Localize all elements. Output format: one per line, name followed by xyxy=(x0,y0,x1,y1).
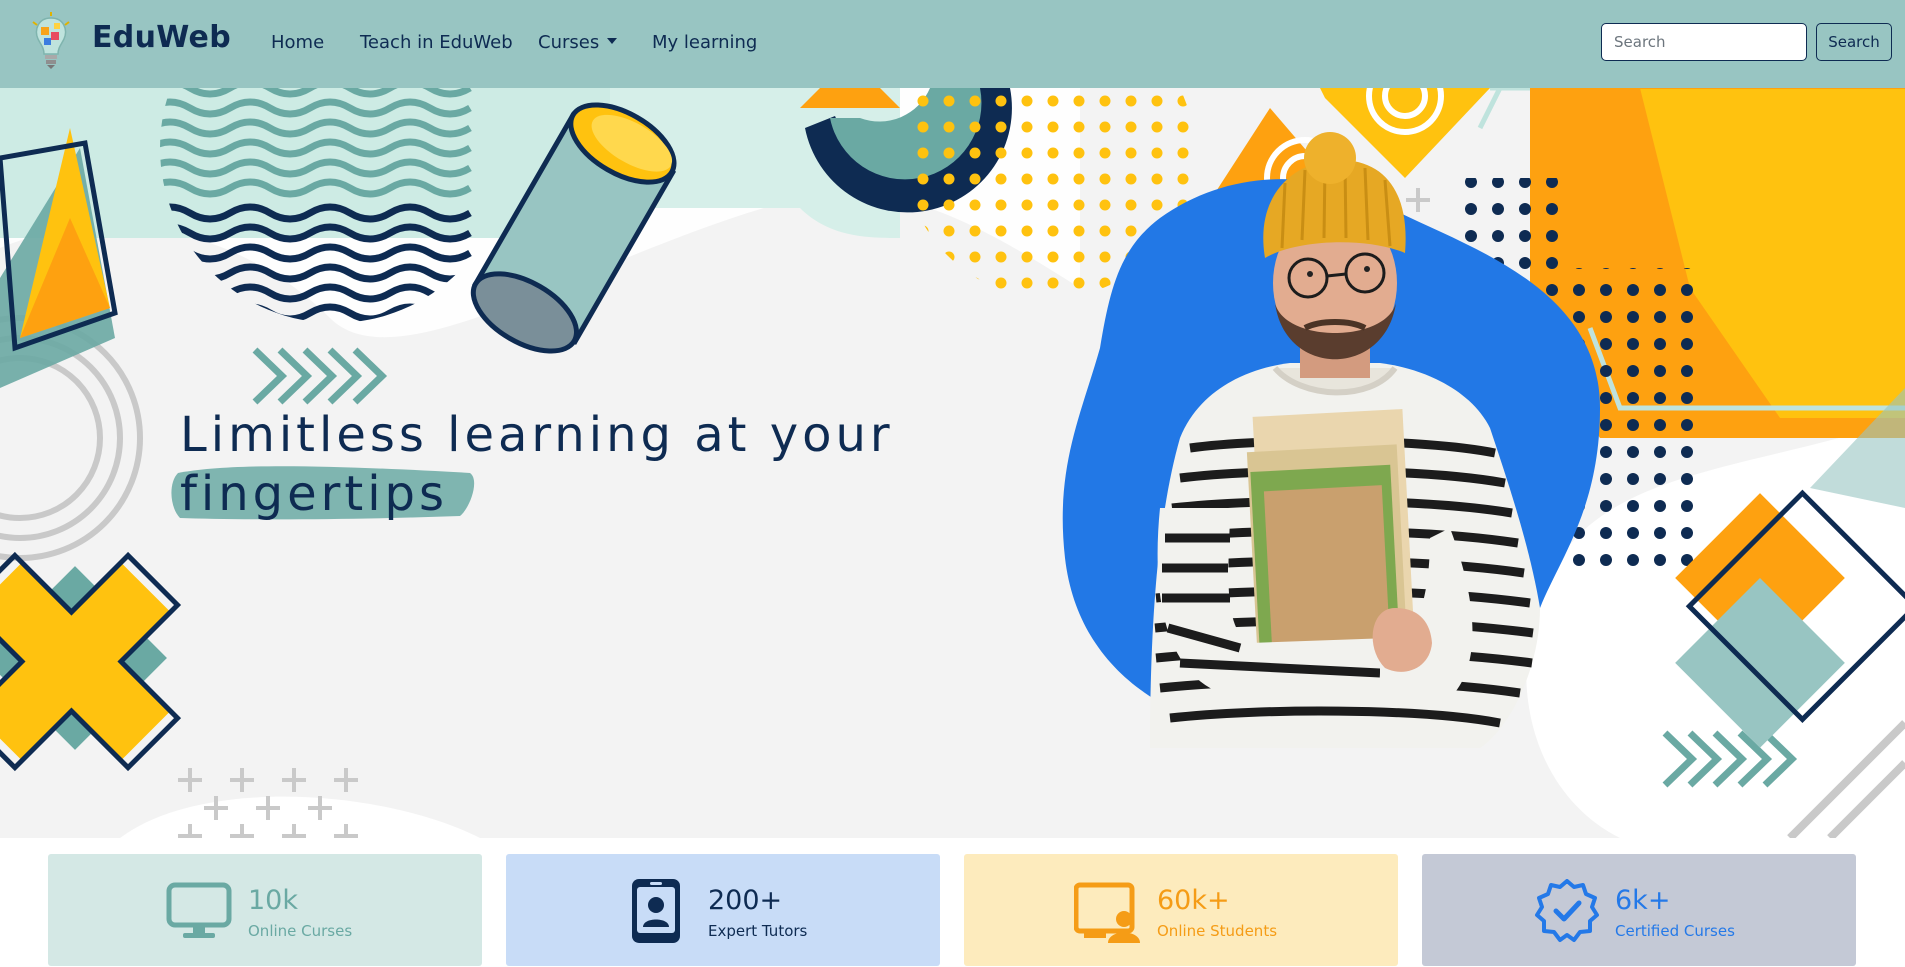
nav-teach[interactable]: Teach in EduWeb xyxy=(360,32,513,53)
stat-value: 6k+ xyxy=(1615,885,1671,916)
caret-down-icon xyxy=(607,38,618,44)
nav-curses-label: Curses xyxy=(538,32,600,53)
brand-name[interactable]: EduWeb xyxy=(92,20,231,55)
nav-my-learning[interactable]: My learning xyxy=(652,32,757,53)
stat-card-online-curses: 10k Online Curses xyxy=(48,854,482,966)
stat-value: 10k xyxy=(248,885,298,916)
lightbulb-logo-icon[interactable] xyxy=(30,12,72,70)
stat-label: Certified Curses xyxy=(1615,922,1735,940)
hero-title: Limitless learning at your fingertips xyxy=(180,407,894,522)
stats-section: 10k Online Curses 200+ Expert Tutors 60k… xyxy=(0,838,1905,967)
stat-label: Online Curses xyxy=(248,922,353,940)
search-button[interactable]: Search xyxy=(1816,23,1892,61)
stat-card-online-students: 60k+ Online Students xyxy=(964,854,1398,966)
hero-banner: Limitless learning at your fingertips xyxy=(0,88,1905,838)
stat-value: 200+ xyxy=(708,885,783,916)
nav-home[interactable]: Home xyxy=(271,32,324,53)
stat-card-certified-curses: 6k+ Certified Curses xyxy=(1422,854,1856,966)
stat-label: Online Students xyxy=(1157,922,1278,940)
stat-label: Expert Tutors xyxy=(708,922,808,940)
monitor-icon xyxy=(166,882,232,938)
presentation-user-icon xyxy=(1074,882,1140,943)
phone-user-icon xyxy=(632,879,680,943)
verified-badge-icon xyxy=(1535,879,1599,942)
search-input[interactable] xyxy=(1601,23,1807,61)
navbar: EduWeb Home Teach in EduWeb Curses My le… xyxy=(0,0,1905,88)
stat-card-expert-tutors: 200+ Expert Tutors xyxy=(506,854,940,966)
nav-curses-dropdown[interactable]: Curses xyxy=(538,32,618,53)
stat-value: 60k+ xyxy=(1157,885,1230,916)
